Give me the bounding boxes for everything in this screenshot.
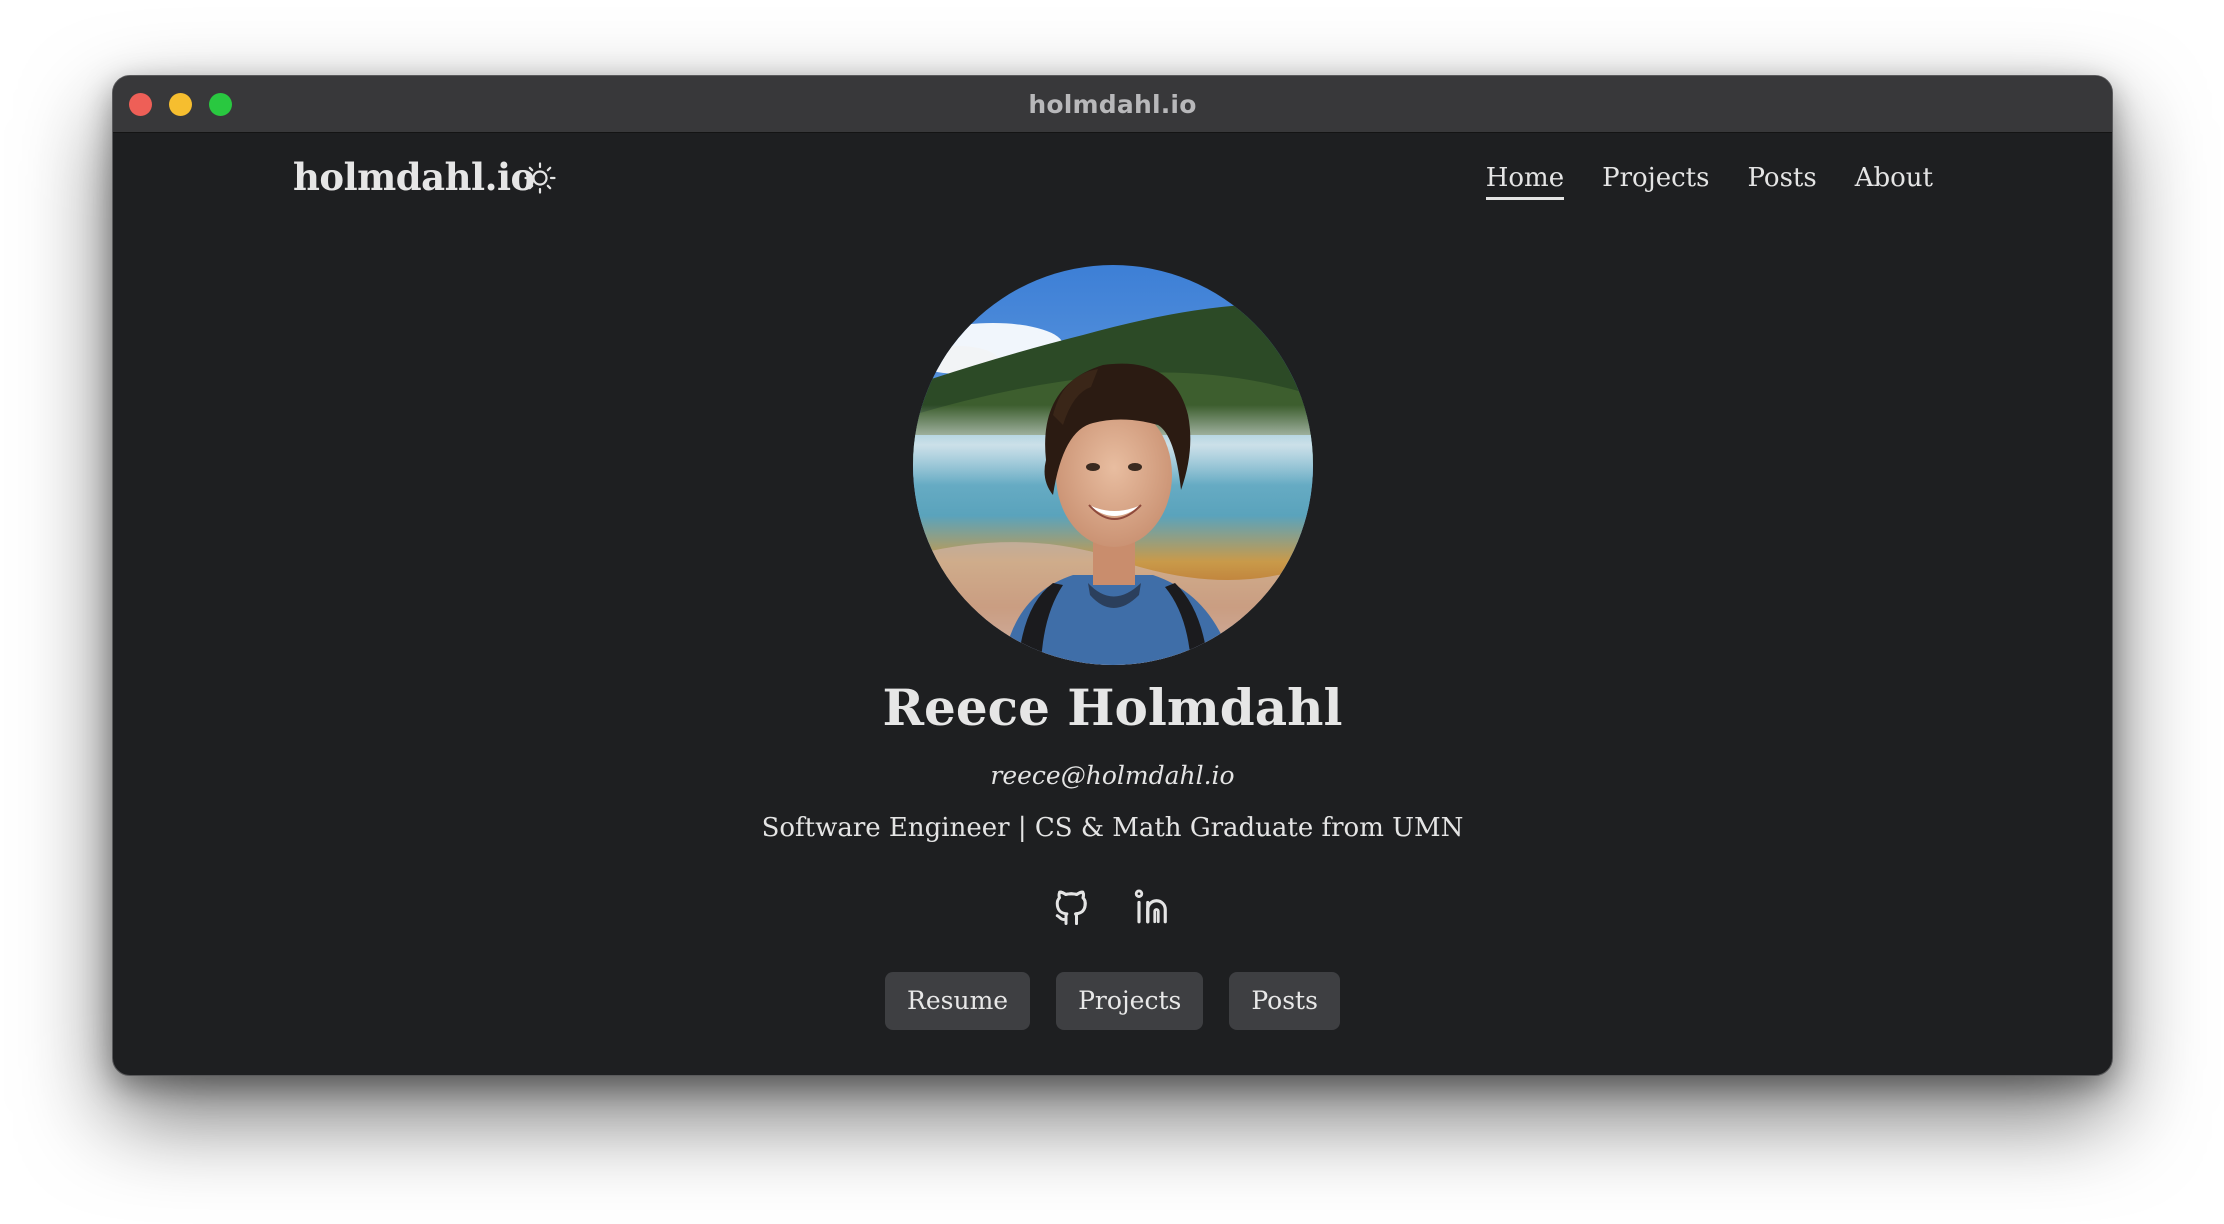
main-nav: Home Projects Posts About [1485,163,1933,200]
browser-window: holmdahl.io holmdahl.io Home Projects Po… [112,75,2113,1076]
nav-home[interactable]: Home [1485,163,1565,200]
sun-icon[interactable] [523,161,557,195]
nav-projects[interactable]: Projects [1602,163,1709,200]
posts-button[interactable]: Posts [1229,972,1340,1030]
projects-button[interactable]: Projects [1056,972,1204,1030]
site-brand-link[interactable]: holmdahl.io [293,155,535,199]
title-bar: holmdahl.io [113,76,2112,133]
nav-about[interactable]: About [1855,163,1933,200]
profile-photo [913,265,1313,665]
site-page: holmdahl.io Home Projects Posts About Re… [113,133,2112,1075]
nav-posts[interactable]: Posts [1747,163,1816,200]
profile-tagline: Software Engineer | CS & Math Graduate f… [761,813,1464,843]
github-icon[interactable] [1052,883,1094,929]
social-links [113,883,2112,929]
action-buttons: Resume Projects Posts [113,972,2112,1030]
profile-name: Reece Holmdahl [882,678,1343,737]
linkedin-icon[interactable] [1132,883,1174,929]
window-title: holmdahl.io [1028,90,1197,119]
profile-email-link[interactable]: reece@holmdahl.io [113,761,2112,790]
resume-button[interactable]: Resume [885,972,1031,1030]
